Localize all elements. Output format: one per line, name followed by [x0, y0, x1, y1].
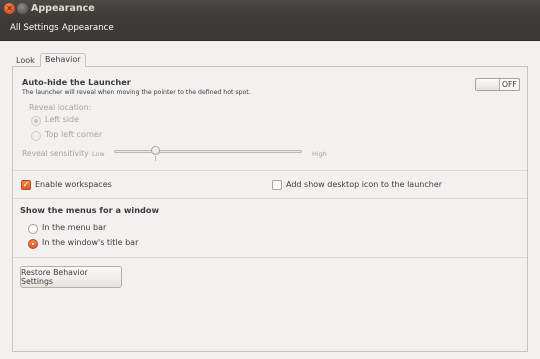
- appearance-breadcrumb[interactable]: Appearance: [62, 23, 114, 33]
- autohide-description: The launcher will reveal when moving the…: [22, 89, 251, 96]
- title-bar-label: In the window's title bar: [42, 238, 139, 247]
- autohide-title: Auto-hide the Launcher: [22, 77, 131, 87]
- switch-knob: [476, 79, 500, 90]
- menu-bar-label: In the menu bar: [42, 223, 107, 232]
- window-title: Appearance: [31, 3, 95, 14]
- menus-title: Show the menus for a window: [20, 205, 160, 215]
- enable-workspaces-label: Enable workspaces: [35, 180, 112, 189]
- separator: [13, 170, 527, 171]
- left-side-label: Left side: [45, 115, 79, 124]
- desktop-icon-label: Add show desktop icon to the launcher: [286, 180, 443, 189]
- radio-menu-bar[interactable]: [28, 224, 38, 234]
- sensitivity-slider-tick: [155, 156, 156, 161]
- sensitivity-slider-handle[interactable]: [150, 146, 160, 155]
- autohide-switch[interactable]: OFF: [475, 78, 520, 91]
- top-left-corner-label: Top left corner: [45, 130, 103, 139]
- sensitivity-high-label: High: [312, 150, 327, 158]
- reveal-sensitivity-label: Reveal sensitivity: [22, 149, 89, 158]
- toolbar: All Settings Appearance: [0, 18, 540, 41]
- minimize-icon[interactable]: [17, 3, 28, 14]
- separator: [13, 257, 527, 258]
- all-settings-button[interactable]: All Settings: [10, 23, 59, 33]
- sensitivity-slider-track[interactable]: [114, 150, 302, 153]
- enable-workspaces-checkbox[interactable]: ✓: [21, 180, 31, 190]
- radio-top-left-corner[interactable]: [31, 131, 41, 141]
- close-icon[interactable]: ✕: [4, 3, 15, 14]
- title-bar: ✕ Appearance: [0, 0, 540, 18]
- reveal-location-label: Reveal location:: [29, 103, 92, 112]
- switch-state: OFF: [502, 80, 517, 89]
- radio-left-side[interactable]: [31, 116, 41, 126]
- sensitivity-low-label: Low: [92, 150, 105, 158]
- separator: [13, 198, 527, 199]
- appearance-window: ✕ Appearance All Settings Appearance Loo…: [0, 0, 540, 359]
- radio-title-bar[interactable]: [28, 239, 38, 249]
- restore-behavior-settings-button[interactable]: Restore Behavior Settings: [20, 266, 122, 288]
- tab-behavior[interactable]: Behavior: [40, 53, 86, 67]
- desktop-icon-checkbox[interactable]: [272, 180, 282, 190]
